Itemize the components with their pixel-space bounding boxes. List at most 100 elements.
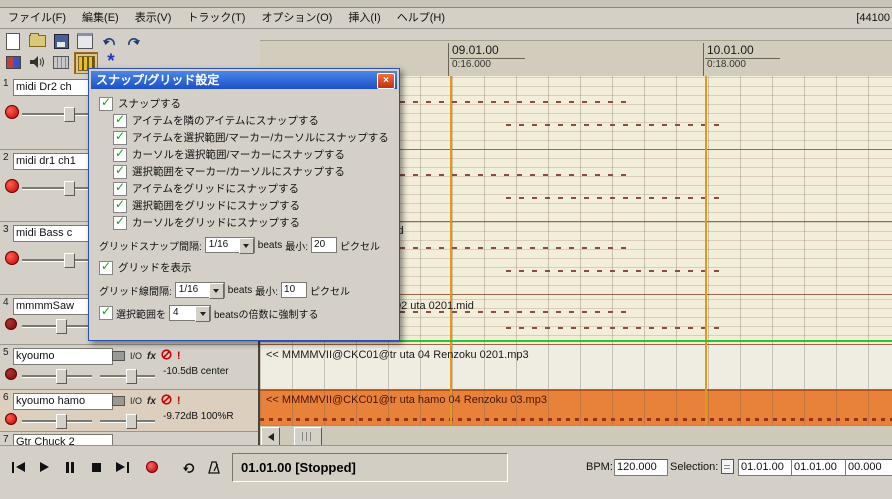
- menu-insert[interactable]: 挿入(I): [340, 8, 388, 28]
- pan-slider[interactable]: [100, 369, 155, 384]
- selection-icon[interactable]: [721, 459, 734, 474]
- volume-readout: -10.5dB center: [163, 366, 229, 377]
- pan-slider[interactable]: [100, 414, 155, 429]
- track-number: 2: [3, 152, 9, 163]
- go-to-end-button[interactable]: [110, 456, 134, 478]
- snap-items-to-sel-marker-cursor-checkbox[interactable]: [113, 129, 127, 145]
- go-to-start-button[interactable]: [6, 456, 30, 478]
- grid-snap-spacing-select[interactable]: 1/16: [204, 237, 255, 254]
- menu-help[interactable]: ヘルプ(H): [389, 8, 453, 28]
- record-arm-icon[interactable]: [5, 368, 17, 380]
- snap-cursor-to-grid-checkbox[interactable]: [113, 214, 127, 230]
- grid-snap-spacing-label: グリッドスナップ間隔:: [99, 241, 202, 253]
- alert-icon[interactable]: !: [177, 395, 181, 407]
- snap-items-to-items-checkbox[interactable]: [113, 112, 127, 128]
- position-display[interactable]: 01.01.00 [Stopped]: [232, 453, 508, 482]
- project-settings-icon[interactable]: [74, 31, 96, 51]
- track-name-input[interactable]: kyoumo hamo: [13, 393, 113, 410]
- volume-slider[interactable]: [22, 414, 92, 429]
- checkbox-label: カーソルをグリッドにスナップする: [132, 217, 300, 229]
- record-arm-icon[interactable]: [5, 251, 19, 265]
- measure-label: 10.01.00: [705, 43, 780, 59]
- snap-sel-to-grid-checkbox[interactable]: [113, 197, 127, 213]
- volume-slider[interactable]: [22, 369, 92, 384]
- snap-cursor-to-sel-marker-checkbox[interactable]: [113, 146, 127, 162]
- redo-icon[interactable]: [122, 31, 144, 51]
- menu-edit[interactable]: 編集(E): [74, 8, 127, 28]
- measure-label: 09.01.00: [450, 43, 525, 59]
- record-button[interactable]: [140, 456, 164, 478]
- chevron-down-icon[interactable]: [195, 306, 210, 322]
- audio-lane[interactable]: << MMMMVII@CKC01@tr uta 04 Renzoku 0201.…: [260, 345, 892, 390]
- volume-readout: -9.72dB 100%R: [163, 411, 234, 422]
- horizontal-scrollbar[interactable]: [260, 425, 892, 446]
- checkbox-label: グリッドを表示: [118, 262, 192, 274]
- checkbox-label: カーソルを選択範囲/マーカーにスナップする: [132, 149, 345, 161]
- volume-slider[interactable]: [22, 319, 92, 334]
- grid-snap-min-px-input[interactable]: 20: [311, 237, 338, 253]
- stop-button[interactable]: [84, 456, 108, 478]
- close-icon[interactable]: ×: [377, 73, 395, 89]
- fx-button[interactable]: fx: [147, 396, 156, 407]
- grid-line-min-px-input[interactable]: 10: [281, 282, 308, 298]
- alert-icon[interactable]: !: [177, 350, 181, 362]
- scroll-left-icon[interactable]: [261, 427, 280, 446]
- pixels-unit-label: ピクセル: [340, 241, 381, 253]
- menu-options[interactable]: オプション(O): [253, 8, 340, 28]
- media-item[interactable]: 02 uta 0201.mid: [395, 300, 474, 312]
- checkbox-label: アイテムを選択範囲/マーカー/カーソルにスナップする: [132, 132, 389, 144]
- media-item-selected[interactable]: << MMMMVII@CKC01@tr uta hamo 04 Renzoku …: [266, 394, 547, 406]
- fx-button[interactable]: fx: [147, 351, 156, 362]
- snap-enabled-checkbox[interactable]: [99, 95, 113, 111]
- snap-items-to-grid-checkbox[interactable]: [113, 180, 127, 196]
- record-arm-icon[interactable]: [5, 105, 19, 119]
- menu-view[interactable]: 表示(V): [127, 8, 180, 28]
- beats-unit-label: beats: [227, 284, 253, 296]
- pause-button[interactable]: [58, 456, 82, 478]
- io-button[interactable]: I/O: [130, 351, 142, 361]
- track-row-partial: 7 Gtr Chuck 2: [0, 432, 258, 446]
- save-project-icon[interactable]: [50, 31, 72, 51]
- menu-track[interactable]: トラック(T): [179, 8, 253, 28]
- menu-file[interactable]: ファイル(F): [0, 8, 74, 28]
- open-project-icon[interactable]: [26, 31, 48, 51]
- track-number: 3: [3, 224, 9, 235]
- force-selection-beats-select[interactable]: 4: [169, 305, 211, 322]
- show-grid-checkbox[interactable]: [99, 259, 113, 275]
- grid-line-spacing-select[interactable]: 1/16: [174, 282, 225, 299]
- mute-icon[interactable]: [161, 349, 172, 363]
- snap-sel-to-marker-cursor-checkbox[interactable]: [113, 163, 127, 179]
- play-button[interactable]: [32, 456, 56, 478]
- chevron-down-icon[interactable]: [238, 238, 254, 254]
- chevron-down-icon[interactable]: [208, 283, 224, 299]
- record-arm-icon[interactable]: [5, 318, 17, 330]
- selection-end-input[interactable]: 01.01.00: [791, 459, 847, 476]
- menu-bar: ファイル(F) 編集(E) 表示(V) トラック(T) オプション(O) 挿入(…: [0, 8, 892, 29]
- master-volume-icon[interactable]: [26, 52, 48, 72]
- repeat-icon[interactable]: [176, 456, 200, 478]
- selection-start-input[interactable]: 01.01.00: [738, 459, 794, 476]
- record-arm-icon[interactable]: [5, 179, 19, 193]
- folder-icon[interactable]: [112, 396, 125, 406]
- folder-icon[interactable]: [112, 351, 125, 361]
- dialog-title-bar[interactable]: スナップ/グリッド設定 ×: [91, 71, 397, 89]
- selection-length-input[interactable]: 00.000: [845, 459, 892, 476]
- audio-lane-selected[interactable]: << MMMMVII@CKC01@tr uta hamo 04 Renzoku …: [260, 390, 892, 426]
- media-item[interactable]: << MMMMVII@CKC01@tr uta 04 Renzoku 0201.…: [266, 349, 529, 361]
- undo-icon[interactable]: [98, 31, 120, 51]
- new-project-icon[interactable]: [2, 31, 24, 51]
- render-icon[interactable]: [2, 52, 24, 72]
- time-label: 0:18.000: [707, 59, 746, 70]
- bpm-input[interactable]: 120.000: [614, 459, 668, 476]
- metronome-icon[interactable]: [202, 456, 226, 478]
- mixer-icon[interactable]: [50, 52, 72, 72]
- force-selection-checkbox[interactable]: [99, 304, 113, 320]
- snap-grid-settings-dialog: スナップ/グリッド設定 × スナップする アイテムを隣のアイテムにスナップする …: [88, 68, 400, 341]
- mute-icon[interactable]: [161, 394, 172, 408]
- selection-label: Selection:: [670, 461, 719, 473]
- window-top-edge: [0, 0, 892, 8]
- scrollbar-thumb[interactable]: [294, 427, 322, 446]
- record-arm-icon[interactable]: [5, 413, 17, 425]
- track-name-input[interactable]: kyoumo: [13, 348, 113, 365]
- io-button[interactable]: I/O: [130, 396, 142, 406]
